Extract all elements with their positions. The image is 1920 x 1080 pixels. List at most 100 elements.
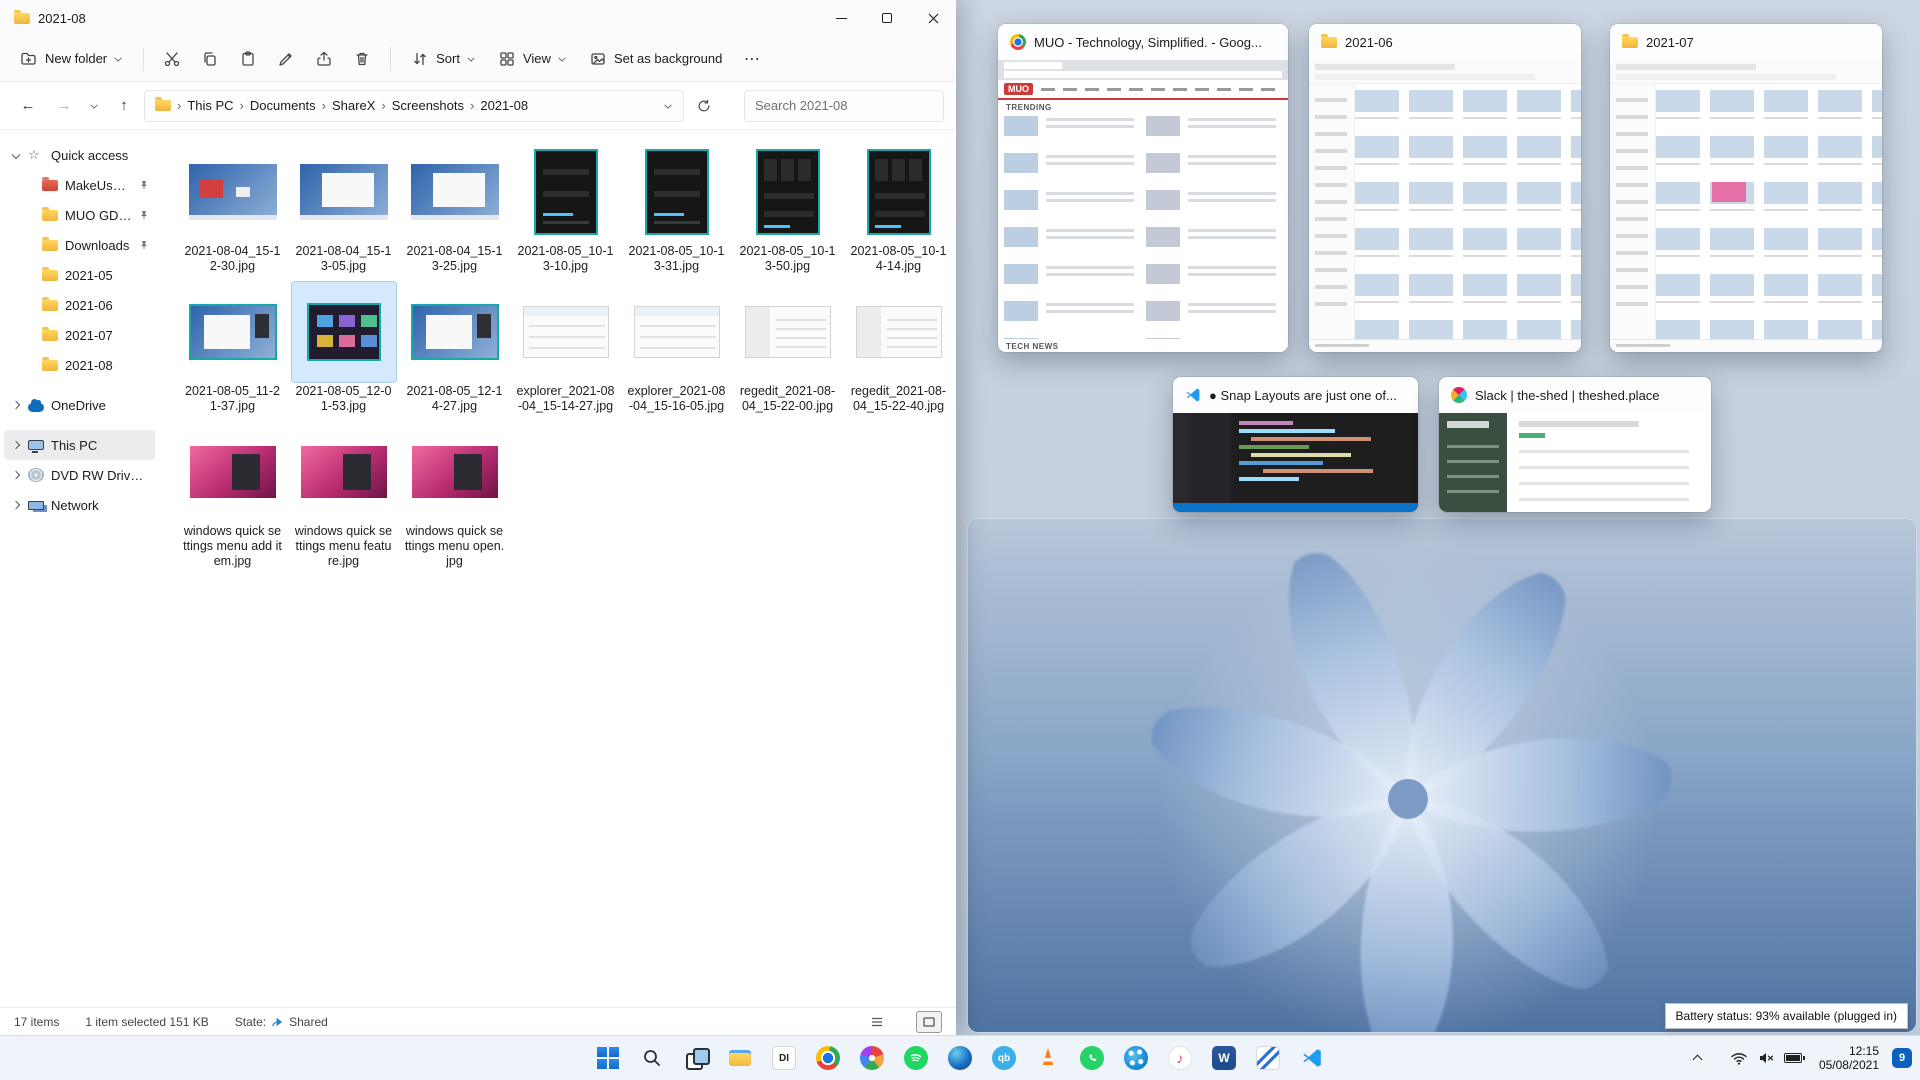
set-as-background-button[interactable]: Set as background <box>579 43 732 75</box>
search-button[interactable] <box>638 1044 666 1072</box>
back-button[interactable]: ← <box>12 90 44 122</box>
breadcrumb-segment[interactable]: 2021-08 <box>480 98 528 113</box>
file-item[interactable]: regedit_2021-08-04_15-22-00.jpg <box>732 282 843 414</box>
file-item[interactable]: 2021-08-04_15-13-25.jpg <box>399 142 510 274</box>
snap-window-vscode[interactable]: ● Snap Layouts are just one of... <box>1173 377 1418 512</box>
file-item[interactable]: windows quick settings menu feature.jpg <box>288 422 399 569</box>
snap-window-explorer-2021-06[interactable]: 2021-06 <box>1309 24 1581 352</box>
file-item-selected[interactable]: 2021-08-05_12-01-53.jpg <box>288 281 399 414</box>
file-explorer-button[interactable] <box>726 1044 754 1072</box>
chevron-right-icon[interactable] <box>12 501 21 510</box>
search-input[interactable] <box>744 89 944 122</box>
qbittorrent-button[interactable]: qb <box>990 1044 1018 1072</box>
sidebar-item-makeuseof[interactable]: MakeUseOf <box>4 170 155 200</box>
file-item[interactable]: 2021-08-05_10-14-14.jpg <box>843 142 954 274</box>
close-button[interactable] <box>910 0 956 36</box>
photos-icon <box>860 1046 884 1070</box>
muo-site-header: MUO <box>998 80 1288 100</box>
start-button[interactable] <box>594 1044 622 1072</box>
sidebar-item-quick-access[interactable]: Quick access <box>4 140 155 170</box>
refresh-button[interactable] <box>688 90 720 122</box>
task-view-button[interactable] <box>682 1044 710 1072</box>
spotify-button[interactable] <box>902 1044 930 1072</box>
music-app-button[interactable]: ♪ <box>1166 1044 1194 1072</box>
maximize-button[interactable] <box>864 0 910 36</box>
chevron-right-icon[interactable] <box>12 401 21 410</box>
delete-button[interactable] <box>344 42 380 76</box>
up-button[interactable]: ↑ <box>108 90 140 122</box>
breadcrumb-segment[interactable]: ShareX <box>332 98 375 113</box>
file-item[interactable]: windows quick settings menu add item.jpg <box>177 422 288 569</box>
rename-button[interactable] <box>268 42 304 76</box>
file-item[interactable]: 2021-08-05_10-13-31.jpg <box>621 142 732 274</box>
sidebar-item-2021-07[interactable]: 2021-07 <box>4 320 155 350</box>
share-button[interactable] <box>306 42 342 76</box>
breadcrumb-segment[interactable]: This PC <box>187 98 233 113</box>
sidebar-item-this-pc[interactable]: This PC <box>4 430 155 460</box>
volume-mute-icon[interactable] <box>1757 1050 1775 1066</box>
breadcrumb-segment[interactable]: Documents <box>250 98 316 113</box>
app-di-button[interactable]: DI <box>770 1044 798 1072</box>
folder-icon <box>1321 33 1337 48</box>
copy-icon <box>204 51 216 66</box>
notification-badge[interactable]: 9 <box>1892 1048 1912 1068</box>
recent-locations-button[interactable] <box>84 90 104 122</box>
file-item[interactable]: windows quick settings menu open.jpg <box>399 422 510 569</box>
notes-app-button[interactable] <box>1254 1044 1282 1072</box>
file-item[interactable]: explorer_2021-08-04_15-16-05.jpg <box>621 282 732 414</box>
edge-button[interactable] <box>946 1044 974 1072</box>
chevron-down-icon[interactable] <box>12 151 21 160</box>
file-thumbnail <box>847 142 951 242</box>
snap-window-slack[interactable]: Slack | the-shed | theshed.place <box>1439 377 1711 512</box>
snap-target-zone[interactable] <box>968 519 1916 1032</box>
sort-button[interactable]: Sort <box>401 43 486 75</box>
photos-button[interactable] <box>858 1044 886 1072</box>
sidebar-item-network[interactable]: Network <box>4 490 155 520</box>
address-bar[interactable]: › This PC › Documents › ShareX › Screens… <box>144 89 684 122</box>
file-item[interactable]: 2021-08-05_10-13-50.jpg <box>732 142 843 274</box>
copy-button[interactable] <box>192 42 228 76</box>
chevron-right-icon[interactable] <box>12 471 21 480</box>
cut-button[interactable] <box>154 42 190 76</box>
chrome-button[interactable] <box>814 1044 842 1072</box>
snap-window-explorer-2021-07[interactable]: 2021-07 <box>1610 24 1882 352</box>
new-folder-button[interactable]: New folder <box>10 43 133 75</box>
battery-icon[interactable] <box>1783 1053 1805 1063</box>
sidebar-item-downloads[interactable]: Downloads <box>4 230 155 260</box>
forward-button[interactable]: → <box>48 90 80 122</box>
sidebar-item-onedrive[interactable]: OneDrive <box>4 390 155 420</box>
file-item[interactable]: 2021-08-04_15-12-30.jpg <box>177 142 288 274</box>
file-item[interactable]: 2021-08-05_12-14-27.jpg <box>399 282 510 414</box>
minimize-button[interactable] <box>818 0 864 36</box>
file-item[interactable]: 2021-08-04_15-13-05.jpg <box>288 142 399 274</box>
chevron-right-icon[interactable] <box>12 441 21 450</box>
sidebar-item-2021-05[interactable]: 2021-05 <box>4 260 155 290</box>
view-button[interactable]: View <box>488 43 577 75</box>
vlc-button[interactable] <box>1034 1044 1062 1072</box>
whatsapp-button[interactable] <box>1078 1044 1106 1072</box>
file-item[interactable]: regedit_2021-08-04_15-22-40.jpg <box>843 282 954 414</box>
sidebar-item-2021-08[interactable]: 2021-08 <box>4 350 155 380</box>
sidebar-item-2021-06[interactable]: 2021-06 <box>4 290 155 320</box>
snap-window-chrome[interactable]: MUO - Technology, Simplified. - Goog... … <box>998 24 1288 352</box>
paste-button[interactable] <box>230 42 266 76</box>
address-dropdown-icon[interactable] <box>665 102 673 110</box>
file-item[interactable]: 2021-08-05_11-21-37.jpg <box>177 282 288 414</box>
breadcrumb-segment[interactable]: Screenshots <box>392 98 464 113</box>
vscode-button[interactable] <box>1298 1044 1326 1072</box>
sort-icon <box>414 52 426 65</box>
sidebar-item-muo-gd-screen[interactable]: MUO GD Screen <box>4 200 155 230</box>
file-item[interactable]: 2021-08-05_10-13-10.jpg <box>510 142 621 274</box>
details-view-button[interactable] <box>864 1011 890 1033</box>
word-button[interactable]: W <box>1210 1044 1238 1072</box>
taskbar-clock[interactable]: 12:15 05/08/2021 <box>1819 1044 1879 1072</box>
muo-section-label: TECH NEWS <box>1006 342 1059 351</box>
sidebar-item-dvd-drive[interactable]: DVD RW Drive (D:) A <box>4 460 155 490</box>
thumbnail-view-button[interactable] <box>916 1010 942 1033</box>
tray-overflow-button[interactable] <box>1691 1051 1705 1065</box>
file-item[interactable]: explorer_2021-08-04_15-14-27.jpg <box>510 282 621 414</box>
skype-button[interactable] <box>1122 1044 1150 1072</box>
more-options-button[interactable]: ⋯ <box>734 42 770 76</box>
slack-icon <box>1451 387 1467 403</box>
wifi-icon[interactable] <box>1730 1050 1748 1066</box>
